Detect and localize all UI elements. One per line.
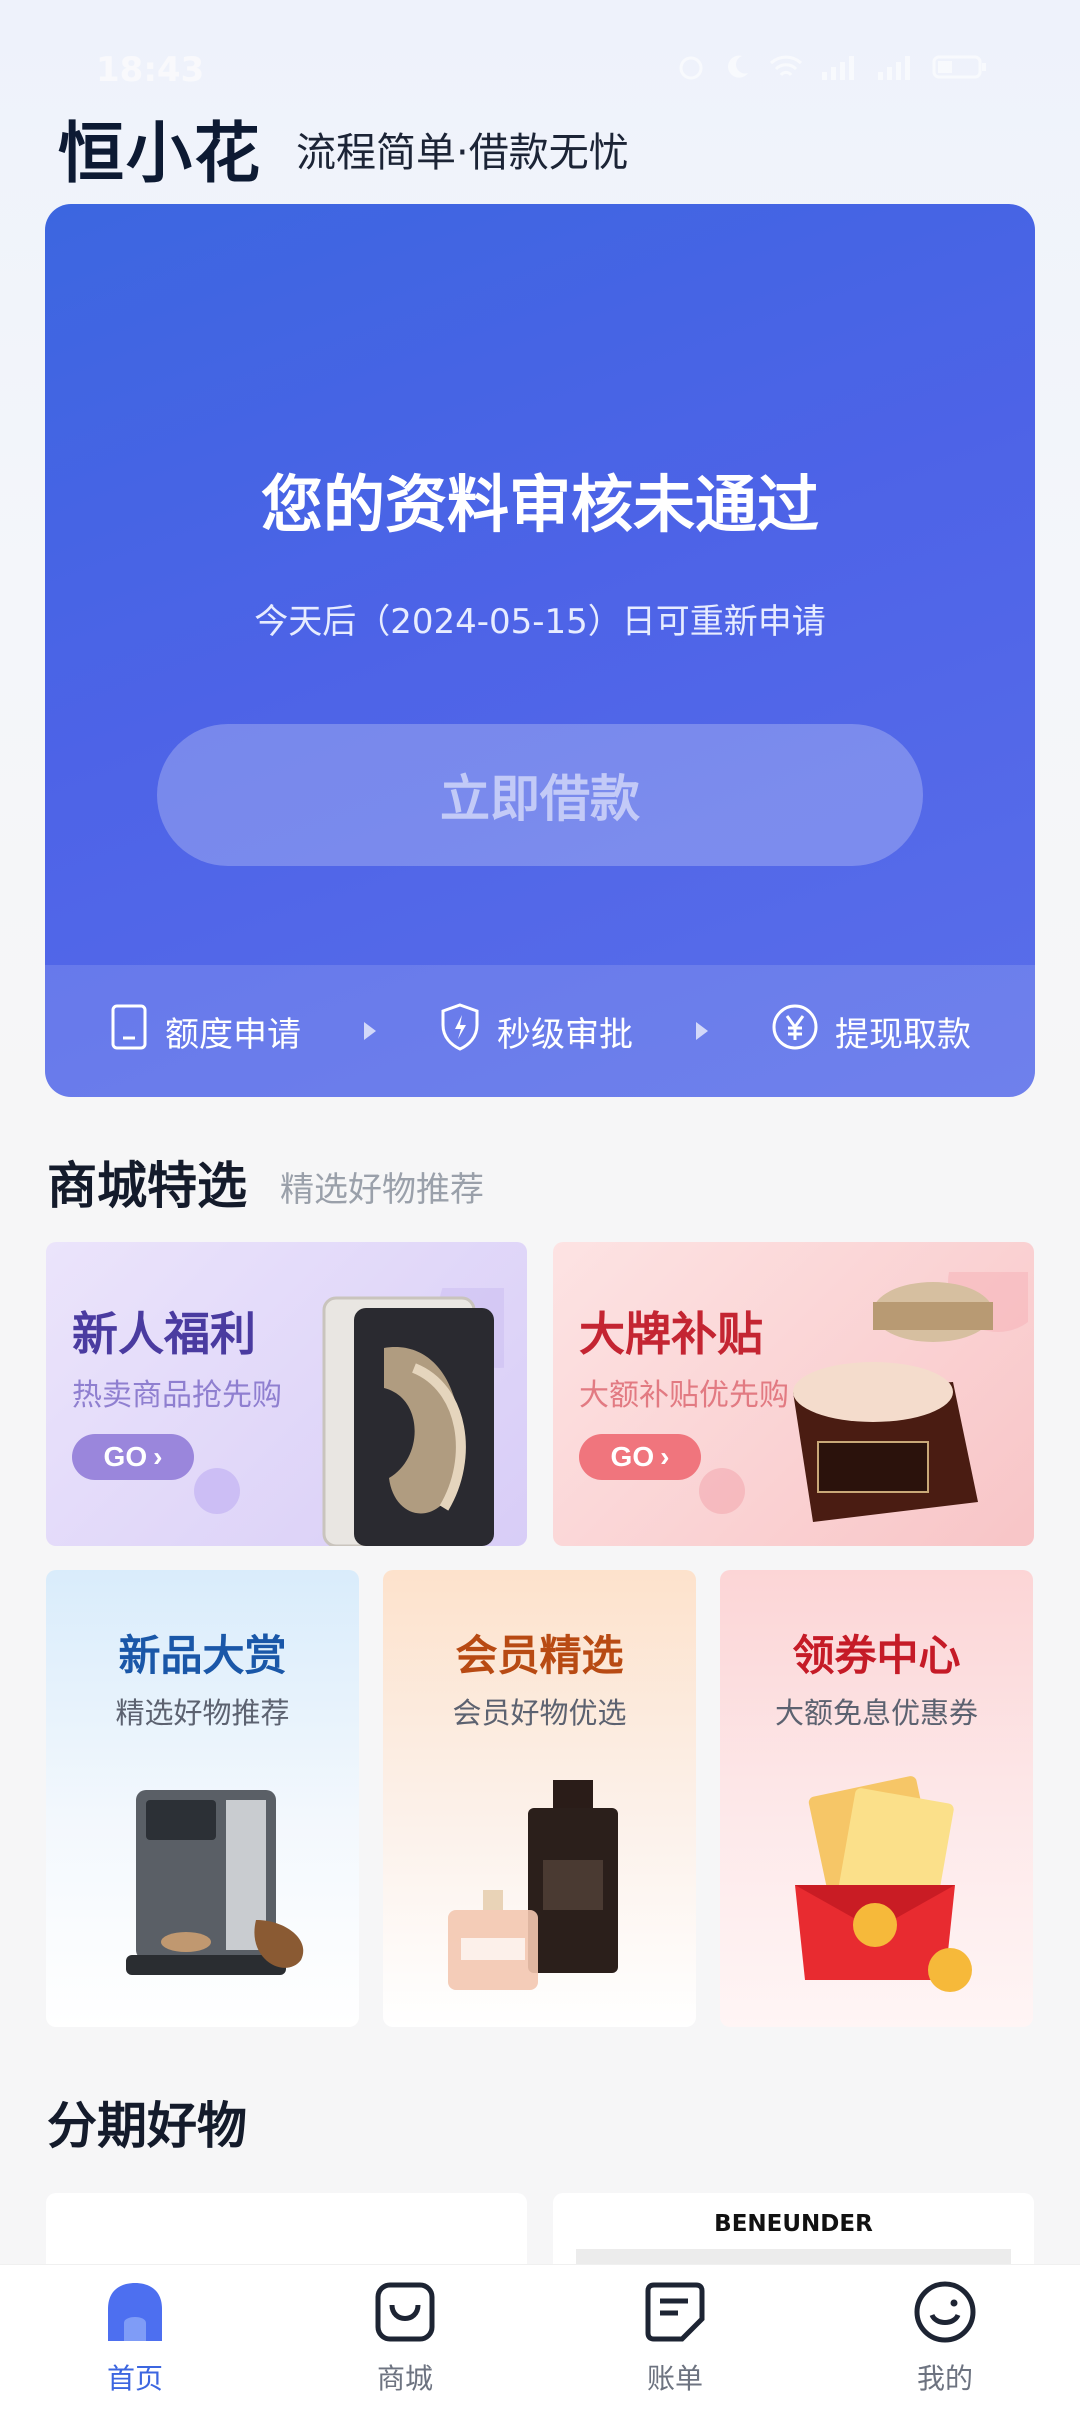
step-label: 秒级审批 xyxy=(497,1014,633,1055)
promo-title: 新人福利 xyxy=(72,1307,256,1361)
promo-new-user-card[interactable]: 新人福利 热卖商品抢先购 GO › xyxy=(46,1242,527,1546)
status-time: 18:43 xyxy=(96,50,205,90)
coffee-machine-image xyxy=(126,1790,304,1975)
tab-label: 账单 xyxy=(646,2362,703,2395)
wifi-icon xyxy=(768,52,804,86)
decor-bubble xyxy=(194,1468,240,1514)
step-withdraw: 提现取款 xyxy=(771,1003,971,1060)
step-fast-approval: 秒级审批 xyxy=(439,1002,633,1060)
coupon-envelope-image xyxy=(795,1776,972,1992)
mini-card-subtitle: 会员好物优选 xyxy=(452,1696,627,1730)
tablet-product-image xyxy=(322,1288,504,1546)
borrow-now-button[interactable]: 立即借款 xyxy=(157,724,923,866)
tab-label: 我的 xyxy=(916,2362,973,2395)
chevron-right-icon: › xyxy=(660,1441,670,1472)
installment-section-title: 分期好物 xyxy=(47,2097,247,2155)
go-label: GO xyxy=(103,1441,148,1472)
go-button[interactable]: GO › xyxy=(579,1434,701,1480)
mini-card-title: 新品大赏 xyxy=(118,1631,287,1680)
review-status-title: 您的资料审核未通过 xyxy=(260,468,819,541)
go-label: GO xyxy=(610,1441,655,1472)
step-label: 提现取款 xyxy=(835,1014,971,1055)
step-quota-apply: 额度申请 xyxy=(109,1004,301,1059)
tab-home[interactable]: 首页 xyxy=(35,2265,235,2412)
app-screen: 18:43 恒小花 流程简单·借款无忧 您的资料审核未通过 今天后（2024-0… xyxy=(0,0,1080,2412)
reapply-date-text: 今天后（2024-05-15）日可重新申请 xyxy=(254,602,826,642)
alarm-icon xyxy=(676,52,706,86)
signal-icon xyxy=(820,52,860,86)
tab-mall[interactable]: 商城 xyxy=(305,2265,505,2412)
tab-bill[interactable]: 账单 xyxy=(575,2265,775,2412)
mall-section-subtitle: 精选好物推荐 xyxy=(280,1170,484,1210)
member-selection-card[interactable]: 会员精选 会员好物优选 xyxy=(383,1570,696,2027)
loan-status-card: 您的资料审核未通过 今天后（2024-05-15）日可重新申请 立即借款 额度申… xyxy=(45,204,1035,1097)
status-bar: 18:43 xyxy=(0,22,1080,112)
bottom-tab-bar: 首页 商城 账单 我的 xyxy=(0,2264,1080,2412)
mini-card-subtitle: 大额免息优惠券 xyxy=(774,1696,978,1730)
brand-slogan: 流程简单·借款无忧 xyxy=(296,130,629,176)
shield-icon xyxy=(439,1002,481,1060)
perfume-image xyxy=(448,1780,618,1990)
tab-profile[interactable]: 我的 xyxy=(845,2265,1045,2412)
mini-card-subtitle: 精选好物推荐 xyxy=(115,1696,290,1730)
new-arrivals-card[interactable]: 新品大赏 精选好物推荐 xyxy=(46,1570,359,2027)
mall-section-title: 商城特选 xyxy=(47,1157,247,1215)
loan-steps: 额度申请 秒级审批 提现取款 xyxy=(45,965,1035,1097)
status-icons xyxy=(676,52,988,86)
yuan-icon xyxy=(771,1003,819,1060)
promo-subtitle: 大额补贴优先购 xyxy=(579,1378,789,1413)
promo-subtitle: 热卖商品抢先购 xyxy=(72,1378,282,1413)
signal-icon-2 xyxy=(876,52,916,86)
tab-label: 首页 xyxy=(106,2362,163,2395)
moon-icon xyxy=(722,52,752,86)
go-button[interactable]: GO › xyxy=(72,1434,194,1480)
tab-label: 商城 xyxy=(376,2362,433,2395)
shopping-bag-icon xyxy=(372,2279,438,2349)
home-icon xyxy=(102,2279,168,2349)
mini-card-title: 会员精选 xyxy=(455,1631,624,1680)
cream-jar-image xyxy=(793,1272,1028,1522)
chevron-right-icon: › xyxy=(153,1441,163,1472)
bill-icon xyxy=(642,2279,708,2349)
decor-bubble xyxy=(699,1468,745,1514)
step-label: 额度申请 xyxy=(165,1014,301,1055)
promo-title: 大牌补贴 xyxy=(579,1307,763,1361)
mini-card-title: 领券中心 xyxy=(792,1631,961,1680)
step-arrow-icon xyxy=(696,1022,708,1040)
product-brand: BENEUNDER xyxy=(714,2211,873,2237)
brand-logo: 恒小花 xyxy=(58,115,262,192)
promo-brand-subsidy-card[interactable]: 大牌补贴 大额补贴优先购 GO › xyxy=(553,1242,1034,1546)
profile-icon xyxy=(912,2279,978,2349)
battery-icon xyxy=(932,52,988,86)
phone-icon xyxy=(109,1004,149,1059)
step-arrow-icon xyxy=(364,1022,376,1040)
coupon-center-card[interactable]: 领券中心 大额免息优惠券 xyxy=(720,1570,1033,2027)
